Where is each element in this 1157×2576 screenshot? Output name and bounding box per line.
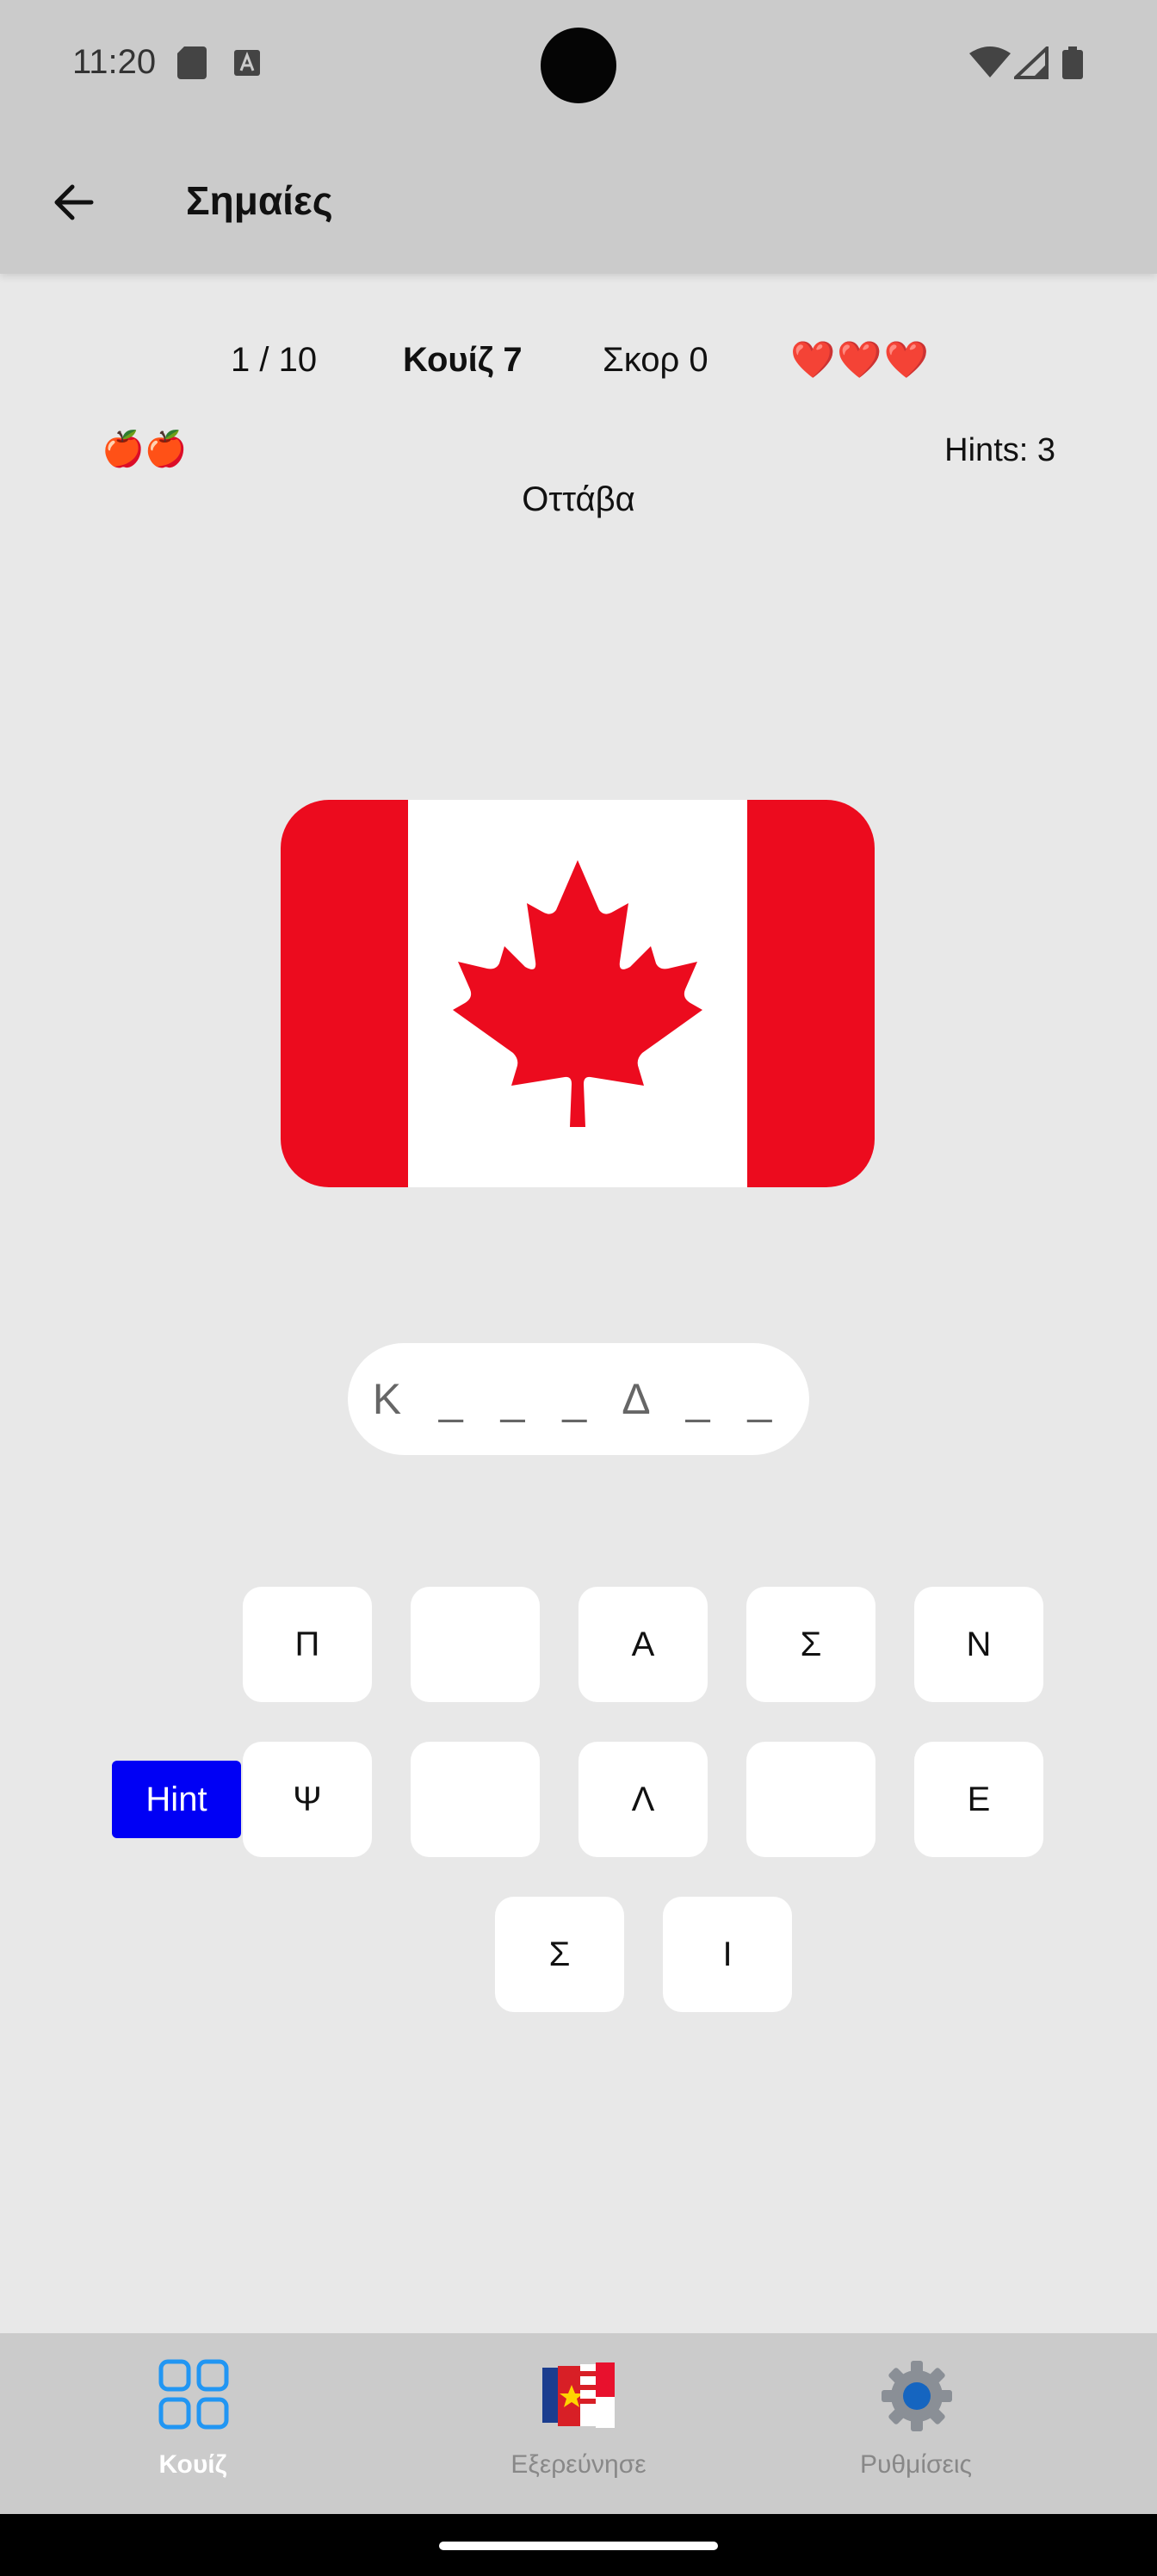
status-time: 11:20	[72, 43, 157, 81]
back-arrow-icon[interactable]	[46, 175, 102, 230]
maple-leaf-icon	[453, 860, 702, 1127]
keyboard-a-icon	[234, 50, 260, 76]
hint-button[interactable]: Hint	[112, 1761, 241, 1838]
score-label: Σκορ 0	[603, 341, 708, 379]
letter-key[interactable]	[411, 1742, 540, 1857]
nav-item-quiz[interactable]: Κουίζ	[64, 2359, 322, 2488]
nav-label-quiz: Κουίζ	[158, 2450, 227, 2479]
battery-icon	[1062, 46, 1083, 79]
gesture-handle[interactable]	[439, 2542, 718, 2550]
sd-card-icon	[177, 46, 207, 79]
nav-item-explore[interactable]: Εξερεύνησε	[449, 2359, 708, 2488]
nav-item-settings[interactable]: Ρυθμίσεις	[787, 2359, 1045, 2488]
letter-key[interactable]: Ι	[663, 1897, 792, 2012]
flags-icon	[542, 2362, 615, 2428]
hints-counter: Hints: 3	[944, 432, 1055, 468]
letter-key[interactable]: Λ	[578, 1742, 708, 1857]
question-progress: 1 / 10	[231, 341, 318, 379]
quiz-name: Κουίζ 7	[403, 341, 523, 379]
flag-image	[281, 800, 875, 1187]
cell-signal-icon	[1014, 46, 1049, 79]
letter-key[interactable]: Α	[578, 1587, 708, 1702]
capital-clue: Οττάβα	[522, 480, 635, 518]
letter-key[interactable]: Ψ	[243, 1742, 372, 1857]
letter-key[interactable]: Σ	[746, 1587, 875, 1702]
answer-field: Κ _ _ _ Δ _ _	[348, 1343, 809, 1455]
gear-icon	[882, 2361, 952, 2431]
lives-hearts: ❤️❤️❤️	[790, 339, 931, 380]
front-camera	[541, 28, 616, 103]
letter-key[interactable]: Π	[243, 1587, 372, 1702]
nav-label-explore: Εξερεύνησε	[510, 2450, 647, 2479]
flag-right-band	[747, 800, 875, 1187]
letter-key[interactable]	[411, 1587, 540, 1702]
page-title: Σημαίες	[186, 178, 333, 223]
letter-key[interactable]: Σ	[495, 1897, 624, 2012]
letter-key[interactable]: Ε	[914, 1742, 1043, 1857]
nav-label-settings: Ρυθμίσεις	[859, 2450, 973, 2479]
letter-key[interactable]	[746, 1742, 875, 1857]
flag-left-band	[281, 800, 408, 1187]
grid-icon	[158, 2359, 229, 2430]
apples-counter: 🍎🍎	[102, 430, 188, 468]
wifi-icon	[969, 46, 1011, 77]
letter-key[interactable]: Ν	[914, 1587, 1043, 1702]
